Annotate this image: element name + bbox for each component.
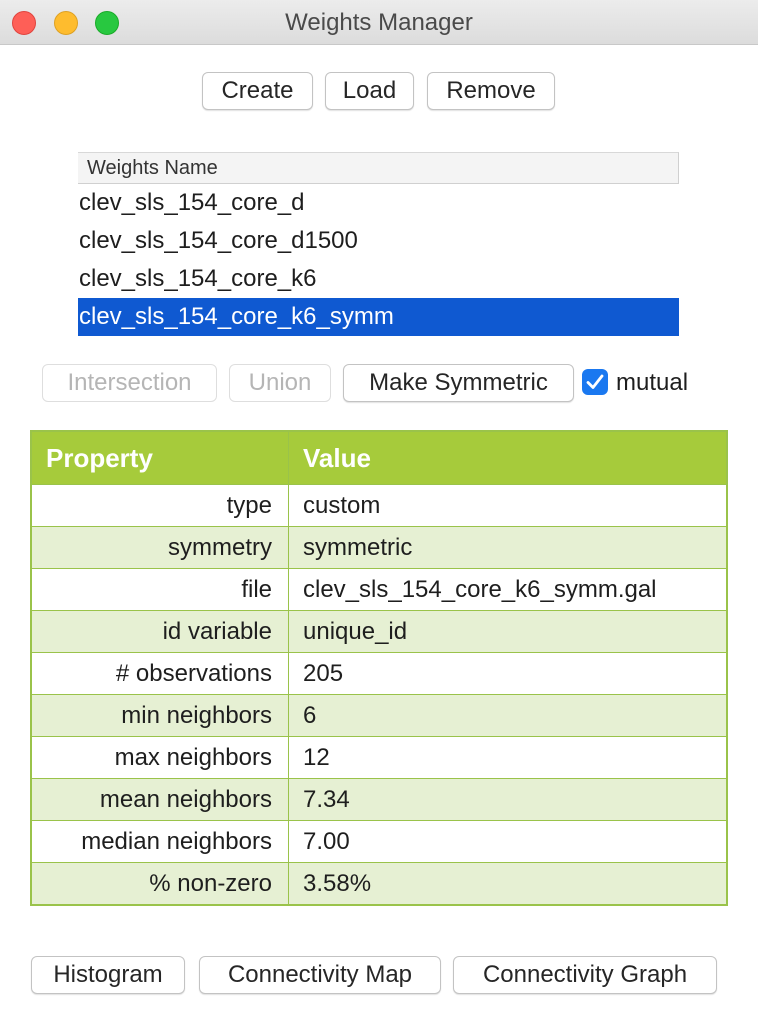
table-row: type custom	[32, 484, 726, 526]
property-name: type	[32, 485, 289, 526]
table-row: id variable unique_id	[32, 610, 726, 652]
histogram-button[interactable]: Histogram	[31, 956, 185, 994]
property-name: id variable	[32, 611, 289, 652]
properties-table-header: Property Value	[32, 432, 726, 484]
table-row: file clev_sls_154_core_k6_symm.gal	[32, 568, 726, 610]
table-row: symmetry symmetric	[32, 526, 726, 568]
make-symmetric-button[interactable]: Make Symmetric	[343, 364, 574, 402]
property-value: 7.00	[303, 828, 350, 855]
property-column-header: Property	[32, 432, 289, 484]
mutual-label: mutual	[616, 369, 689, 396]
property-value: symmetric	[303, 534, 413, 561]
intersection-button[interactable]: Intersection	[42, 364, 217, 402]
create-button[interactable]: Create	[202, 72, 313, 110]
table-row: min neighbors 6	[32, 694, 726, 736]
mutual-checkbox[interactable]	[582, 369, 608, 395]
weights-name-column-header[interactable]: Weights Name	[78, 152, 679, 184]
property-value: clev_sls_154_core_k6_symm.gal	[303, 576, 657, 603]
table-row: mean neighbors 7.34	[32, 778, 726, 820]
checkmark-icon	[586, 374, 604, 389]
property-value: 3.58%	[303, 870, 372, 897]
property-value: 12	[303, 744, 330, 771]
property-name: max neighbors	[32, 737, 289, 778]
property-name: % non-zero	[32, 863, 289, 904]
table-row: # observations 205	[32, 652, 726, 694]
property-name: symmetry	[32, 527, 289, 568]
load-button[interactable]: Load	[325, 72, 414, 110]
property-name: median neighbors	[32, 821, 289, 862]
weights-list-item[interactable]: clev_sls_154_core_k6	[78, 260, 679, 298]
weights-list-item-selected[interactable]: clev_sls_154_core_k6_symm	[78, 298, 679, 336]
property-name: # observations	[32, 653, 289, 694]
property-value: custom	[303, 492, 381, 519]
property-value: 7.34	[303, 786, 350, 813]
table-row: max neighbors 12	[32, 736, 726, 778]
connectivity-map-button[interactable]: Connectivity Map	[199, 956, 441, 994]
title-bar: Weights Manager	[0, 0, 758, 45]
property-name: mean neighbors	[32, 779, 289, 820]
table-row: % non-zero 3.58%	[32, 862, 726, 904]
weights-list-item[interactable]: clev_sls_154_core_d1500	[78, 222, 679, 260]
connectivity-graph-button[interactable]: Connectivity Graph	[453, 956, 717, 994]
property-name: min neighbors	[32, 695, 289, 736]
weights-list[interactable]: Weights Name clev_sls_154_core_d clev_sl…	[78, 152, 679, 336]
value-column-header: Value	[303, 443, 371, 473]
window-title: Weights Manager	[285, 9, 473, 36]
weights-list-item[interactable]: clev_sls_154_core_d	[78, 184, 679, 222]
property-name: file	[32, 569, 289, 610]
properties-table: Property Value type custom symmetry symm…	[30, 430, 728, 906]
property-value: 205	[303, 660, 344, 687]
property-value: 6	[303, 702, 317, 729]
property-value: unique_id	[303, 618, 408, 645]
table-row: median neighbors 7.00	[32, 820, 726, 862]
union-button[interactable]: Union	[229, 364, 331, 402]
remove-button[interactable]: Remove	[427, 72, 555, 110]
